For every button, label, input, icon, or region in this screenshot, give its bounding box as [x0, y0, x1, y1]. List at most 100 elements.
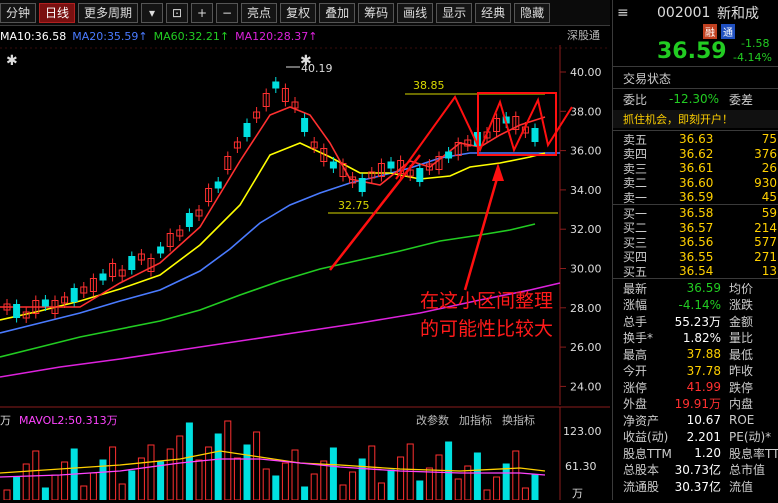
toolbar-button-8[interactable]: 复权: [280, 2, 317, 23]
volume-bar: [3, 489, 11, 501]
toolbar-button-5[interactable]: +: [191, 2, 214, 23]
price-tick: 30.00: [570, 263, 602, 276]
toolbar-button-9[interactable]: 叠加: [319, 2, 356, 23]
volume-bar: [435, 454, 443, 501]
stat-value: 2.201: [686, 429, 721, 444]
price-tick: 36.00: [570, 145, 602, 158]
volume-bar: [473, 452, 481, 501]
toolbar-button-3[interactable]: ▾: [141, 2, 164, 23]
order-book-row: 买一 36.58 59: [613, 206, 778, 221]
toolbar-button-1[interactable]: 日线: [39, 2, 76, 23]
tag-rong: 融: [703, 23, 717, 39]
stock-name: 新和成: [717, 6, 759, 22]
toolbar-button-10[interactable]: 筹码: [358, 2, 395, 23]
volume-link-1[interactable]: 加指标: [459, 412, 492, 428]
level2-label: 32.75: [338, 199, 370, 212]
stat-label-2: 流值: [729, 479, 754, 494]
ma-legend-item: MA20:35.59↑: [72, 29, 148, 43]
vol-unit: 万: [0, 414, 11, 427]
expand-icon[interactable]: ≡: [617, 5, 629, 21]
toolbar-button-11[interactable]: 画线: [397, 2, 434, 23]
volume-bar: [243, 444, 251, 501]
comment-line-1: 在这小区间整理: [420, 290, 553, 312]
stat-label: 最新: [623, 281, 648, 296]
ma-legend: MA10:36.58 MA20:35.59↑ MA60:32.21↑ MA120:28…: [0, 27, 610, 45]
stat-row: 最高 37.88 最低: [613, 346, 778, 362]
volume-bar: [483, 489, 491, 501]
vol-axis-mid: 61.30: [565, 460, 597, 473]
stat-row: 涨幅 -4.14% 涨跌: [613, 297, 778, 313]
stat-row: 今开 37.78 昨收: [613, 363, 778, 379]
zigzag-line: [395, 95, 573, 180]
volume-bar: [512, 450, 520, 501]
kline-chart[interactable]: ✱ ✱ 40.00 38.00 36.00 34.00 32.00 30.00 28.00 2…: [0, 45, 610, 501]
volume-bar: [13, 476, 21, 501]
stat-row: 换手* 1.82% 量比: [613, 330, 778, 346]
order-price: 36.60: [679, 175, 714, 190]
stat-value: 36.59: [686, 281, 721, 295]
stat-label: 涨幅: [623, 298, 648, 312]
toolbar-button-4[interactable]: ⊡: [166, 2, 189, 23]
stat-value: 1.20: [694, 446, 721, 460]
volume-bar: [291, 449, 299, 501]
toolbar-button-7[interactable]: 亮点: [241, 2, 278, 23]
stat-value: 37.78: [686, 363, 721, 378]
toolbar-button-14[interactable]: 隐藏: [514, 2, 551, 23]
toolbar-button-0[interactable]: 分钟: [0, 2, 37, 23]
high-label: 40.19: [301, 62, 333, 75]
volume-bar: [454, 478, 462, 501]
toolbar-button-2[interactable]: 更多周期: [78, 2, 139, 23]
order-volume: 376: [754, 146, 777, 161]
order-book-row: 卖一 36.59 45: [613, 190, 778, 205]
stat-label-2: 股息率TTM: [729, 446, 778, 461]
volume-bar: [233, 457, 241, 501]
stat-row: 收益(动) 2.201 PE(动)*: [613, 429, 778, 445]
toolbar-button-13[interactable]: 经典: [475, 2, 512, 23]
volume-bar: [166, 448, 174, 501]
weicha-label: 委差: [729, 92, 754, 107]
order-volume: 45: [761, 190, 777, 204]
price-tick: 40.00: [570, 66, 602, 79]
stat-value: -4.14%: [678, 297, 721, 312]
arrow-head: [492, 163, 504, 181]
volume-bar: [397, 456, 405, 501]
order-book-row: 卖二 36.60 930: [613, 175, 778, 191]
order-volume: 75: [761, 132, 777, 146]
volume-bar: [425, 467, 433, 501]
stat-label-2: 金额: [729, 314, 754, 329]
level1-label: 38.85: [413, 79, 445, 92]
volume-link-0[interactable]: 改参数: [416, 412, 449, 428]
volume-bar: [387, 469, 395, 501]
order-price: 36.61: [679, 161, 714, 175]
volume-bar: [61, 461, 69, 501]
volume-bar: [205, 446, 213, 501]
stat-label: 换手*: [623, 331, 654, 345]
stat-label-2: 均价: [729, 281, 754, 296]
kline-chart-svg: ✱ ✱ 40.0038.0036.0034.0032.0030.0028.002…: [0, 45, 610, 501]
volume-bar: [51, 474, 59, 501]
stat-value: 55.23万: [674, 314, 721, 329]
price-tick: 24.00: [570, 380, 602, 393]
stat-label: 净资产: [623, 413, 660, 428]
stat-label: 收益(动): [623, 430, 669, 444]
volume-link-2[interactable]: 换指标: [502, 412, 535, 428]
ma-legend-item: MA10:36.58: [0, 29, 67, 43]
order-book-row: 买五 36.54 13: [613, 264, 778, 279]
status-label: 交易状态: [623, 71, 672, 86]
volume-bar: [493, 476, 501, 501]
stat-row: 外盘 19.91万 内盘: [613, 396, 778, 412]
order-volume: 26: [761, 161, 777, 175]
order-volume: 13: [761, 264, 777, 278]
volume-bar: [137, 457, 145, 501]
toolbar-button-6[interactable]: −: [216, 2, 239, 23]
stat-label-2: 总市值: [729, 463, 766, 477]
order-price: 36.59: [679, 190, 714, 204]
volume-bar: [339, 484, 347, 501]
svg-text:✱: ✱: [6, 53, 18, 69]
promo-text[interactable]: 抓住机会，即刻开户！: [623, 111, 733, 127]
chart-link-0[interactable]: 深股通: [567, 27, 600, 43]
toolbar-button-12[interactable]: 显示: [436, 2, 473, 23]
stat-label-2: 昨收: [729, 364, 754, 378]
stat-label-2: PE(动)*: [729, 430, 772, 444]
volume-bar: [301, 486, 309, 501]
